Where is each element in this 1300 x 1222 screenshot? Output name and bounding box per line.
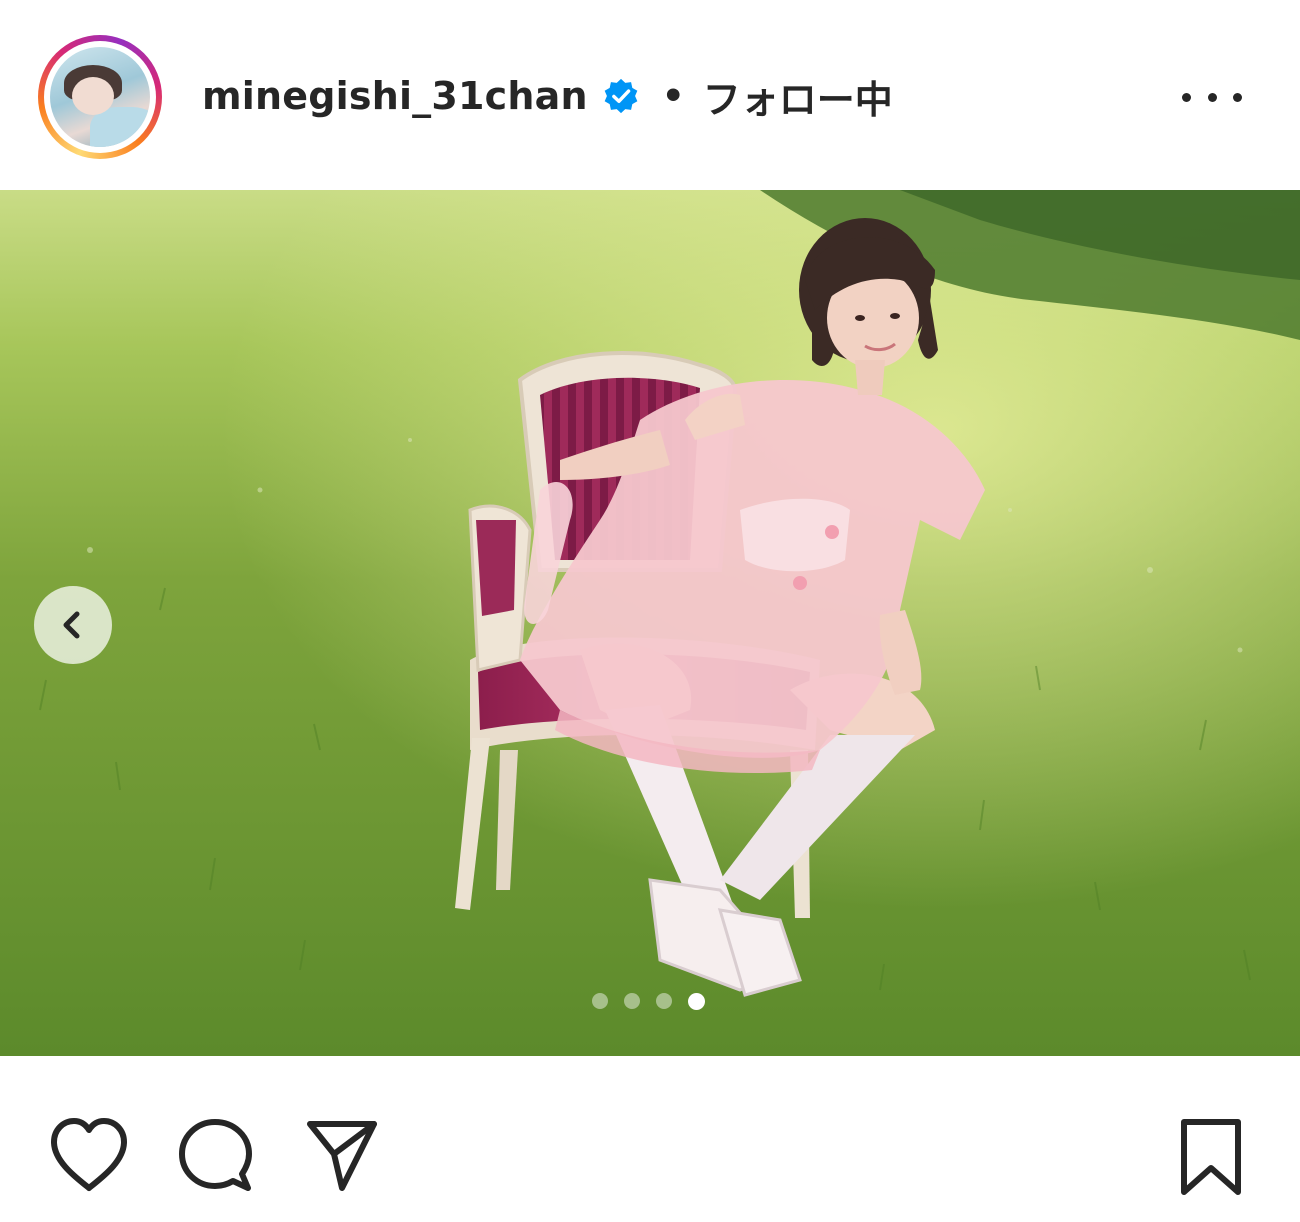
post-actions-bar bbox=[0, 1056, 1300, 1222]
comment-icon bbox=[179, 1119, 252, 1191]
heart-icon bbox=[51, 1118, 127, 1191]
more-dot bbox=[1233, 92, 1242, 102]
comment-button[interactable] bbox=[176, 1116, 256, 1196]
username-row: minegishi_31chan • フォロー中 bbox=[202, 66, 893, 126]
like-button[interactable] bbox=[48, 1116, 130, 1194]
more-dot bbox=[1182, 92, 1191, 102]
carousel-dot bbox=[656, 993, 672, 1009]
photo-scene bbox=[0, 190, 1300, 1056]
avatar-face bbox=[72, 77, 114, 115]
share-button[interactable] bbox=[302, 1116, 382, 1196]
following-button[interactable]: フォロー中 bbox=[703, 69, 893, 124]
save-button[interactable] bbox=[1178, 1116, 1244, 1198]
username-link[interactable]: minegishi_31chan bbox=[202, 74, 588, 118]
post-header: minegishi_31chan • フォロー中 bbox=[0, 0, 1300, 190]
post-image[interactable] bbox=[0, 190, 1300, 1056]
separator-dot: • bbox=[661, 75, 685, 117]
bookmark-icon bbox=[1181, 1119, 1241, 1195]
carousel-dot bbox=[592, 993, 608, 1009]
carousel-dot-active bbox=[688, 992, 705, 1010]
more-dot bbox=[1207, 92, 1217, 102]
story-ring[interactable] bbox=[38, 35, 162, 159]
carousel-indicator bbox=[592, 990, 705, 1012]
carousel-dot bbox=[624, 993, 640, 1009]
more-options-icon[interactable] bbox=[1182, 80, 1242, 114]
avatar-ring-gap bbox=[44, 41, 156, 153]
previous-slide-button[interactable] bbox=[34, 586, 112, 664]
verified-badge-icon bbox=[602, 77, 640, 115]
paper-plane-icon bbox=[307, 1121, 377, 1191]
avatar[interactable] bbox=[50, 47, 150, 147]
chevron-left-icon bbox=[63, 611, 80, 639]
